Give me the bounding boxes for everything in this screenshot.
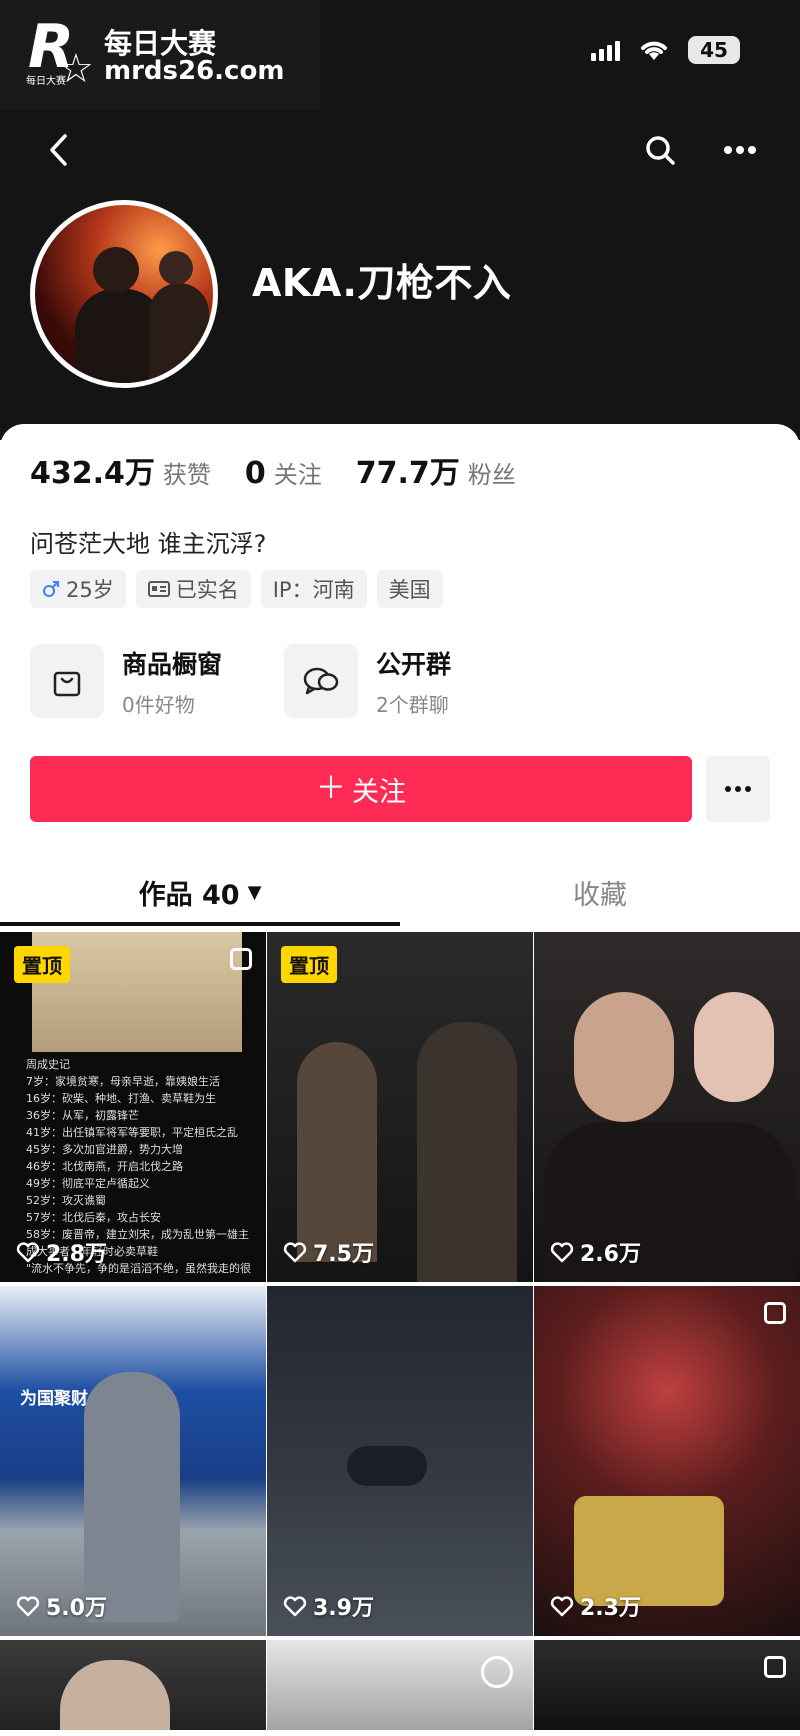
video-thumbnail[interactable]: 3.9万 (267, 1286, 533, 1636)
dropdown-triangle-icon: ▼ (247, 881, 262, 903)
follow-label: 关注 (352, 776, 406, 808)
caption-line: 49岁：彻底平定卢循起义 (26, 1177, 150, 1190)
stat-following[interactable]: 0 关注 (245, 455, 322, 491)
caption-line: 36岁：从军，初露锋芒 (26, 1109, 139, 1122)
like-count: 2.3万 (550, 1590, 641, 1622)
stat-followers-label: 粉丝 (467, 461, 516, 489)
watermark-logo: R ☆ 每日大赛 (26, 12, 94, 92)
tab-works[interactable]: 作品 40 ▼ (0, 862, 400, 922)
watermark-overlay: R ☆ 每日大赛 每日大赛 mrds26.com (0, 0, 320, 110)
heart-icon (16, 1242, 40, 1263)
caption-line: 41岁：出任镇军将军等要职，平定桓氏之乱 (26, 1126, 238, 1139)
stat-following-value: 0 (244, 456, 266, 491)
caption-line: 45岁：多次加官进爵，势力大增 (26, 1143, 183, 1156)
caption-line: 46岁：北伐南燕，开启北伐之路 (26, 1160, 183, 1173)
video-thumbnail[interactable] (0, 1640, 266, 1730)
follow-more-button[interactable] (706, 756, 770, 822)
video-thumbnail[interactable]: 为国聚财 为民收税 5.0万 (0, 1286, 266, 1636)
more-options-button[interactable] (718, 128, 762, 172)
public-group-entry[interactable]: 公开群 2个群聊 (284, 644, 451, 718)
follow-button[interactable]: ＋ 关注 (30, 756, 692, 822)
public-group-title: 公开群 (376, 649, 452, 679)
watermark-url: mrds26.com (104, 56, 285, 86)
group-chat-icon (284, 644, 358, 718)
tag-country: 美国 (376, 570, 443, 608)
like-count: 7.5万 (283, 1236, 374, 1268)
search-icon (646, 136, 675, 165)
tag-ip-location: IP：河南 (260, 570, 367, 608)
like-count: 3.9万 (283, 1590, 374, 1622)
like-count: 2.8万 (16, 1236, 107, 1268)
male-icon (43, 581, 59, 597)
wifi-icon (641, 41, 667, 60)
username: AKA.刀枪不入 (252, 261, 512, 305)
caption-line: 周成史记 (26, 1058, 70, 1071)
caption-line: 52岁：攻灭谯蜀 (26, 1194, 106, 1207)
plus-icon: ＋ (316, 771, 346, 806)
like-count: 2.6万 (550, 1236, 641, 1268)
status-bar: 45 (591, 36, 740, 64)
stat-followers[interactable]: 77.7万 粉丝 (356, 448, 516, 492)
search-button[interactable] (638, 128, 682, 172)
pinned-badge: 置顶 (14, 946, 70, 983)
avatar[interactable] (30, 200, 218, 388)
caption-line: 57岁：北伐后秦，攻占长安 (26, 1211, 161, 1224)
video-grid: 周成史记 7岁：家境贫寒，母亲早逝，靠姨娘生活 16岁：砍柴、种地、打渔、卖草鞋为生… (0, 932, 800, 1730)
heart-icon (283, 1596, 307, 1617)
stat-following-label: 关注 (273, 461, 322, 489)
tab-favorites[interactable]: 收藏 (400, 862, 800, 922)
heart-icon (283, 1242, 307, 1263)
shop-window-title: 商品橱窗 (122, 649, 223, 679)
content-tabs: 作品 40 ▼ 收藏 (0, 862, 800, 926)
stat-followers-value: 77.7万 (355, 456, 460, 491)
video-thumbnail[interactable]: 2.6万 (534, 932, 800, 1282)
tag-age: 25岁 (30, 570, 126, 608)
id-card-icon (147, 581, 170, 597)
more-dots-icon (724, 146, 756, 154)
heart-icon (550, 1242, 574, 1263)
shop-window-subtitle: 0件好物 (122, 692, 195, 717)
heart-icon (16, 1596, 40, 1617)
signal-icon (591, 39, 620, 61)
stat-likes[interactable]: 432.4万 获赞 (30, 448, 211, 492)
video-thumbnail[interactable] (267, 1640, 533, 1730)
heart-icon (550, 1596, 574, 1617)
video-thumbnail[interactable]: 置顶 7.5万 (267, 932, 533, 1282)
multi-image-icon (764, 1656, 786, 1678)
multi-image-icon (764, 1302, 786, 1324)
battery-indicator: 45 (688, 36, 740, 64)
profile-stats: 432.4万 获赞 0 关注 77.7万 粉丝 (30, 448, 516, 492)
profile-tags: 25岁 已实名 IP：河南 美国 (30, 570, 443, 608)
back-arrow-icon (50, 134, 67, 166)
multi-image-icon (230, 948, 252, 970)
like-count: 5.0万 (16, 1590, 107, 1622)
tab-active-indicator (0, 922, 400, 926)
caption-line: 7岁：家境贫寒，母亲早逝，靠姨娘生活 (26, 1075, 220, 1088)
caption-line: 16岁：砍柴、种地、打渔、卖草鞋为生 (26, 1092, 216, 1105)
video-thumbnail[interactable] (534, 1640, 800, 1730)
stat-likes-label: 获赞 (162, 461, 211, 489)
pinned-badge: 置顶 (281, 946, 337, 983)
shop-window-entry[interactable]: 商品橱窗 0件好物 (30, 644, 222, 718)
tag-verified: 已实名 (135, 570, 251, 608)
video-thumbnail[interactable]: 周成史记 7岁：家境贫寒，母亲早逝，靠姨娘生活 16岁：砍柴、种地、打渔、卖草鞋为生… (0, 932, 266, 1282)
back-button[interactable] (36, 128, 80, 172)
video-thumbnail[interactable]: 2.3万 (534, 1286, 800, 1636)
profile-bio: 问苍茫大地 谁主沉浮? (30, 530, 267, 558)
shopping-bag-icon (30, 644, 104, 718)
more-dots-icon (725, 786, 751, 792)
public-group-subtitle: 2个群聊 (376, 692, 449, 717)
stat-likes-value: 432.4万 (30, 456, 155, 491)
